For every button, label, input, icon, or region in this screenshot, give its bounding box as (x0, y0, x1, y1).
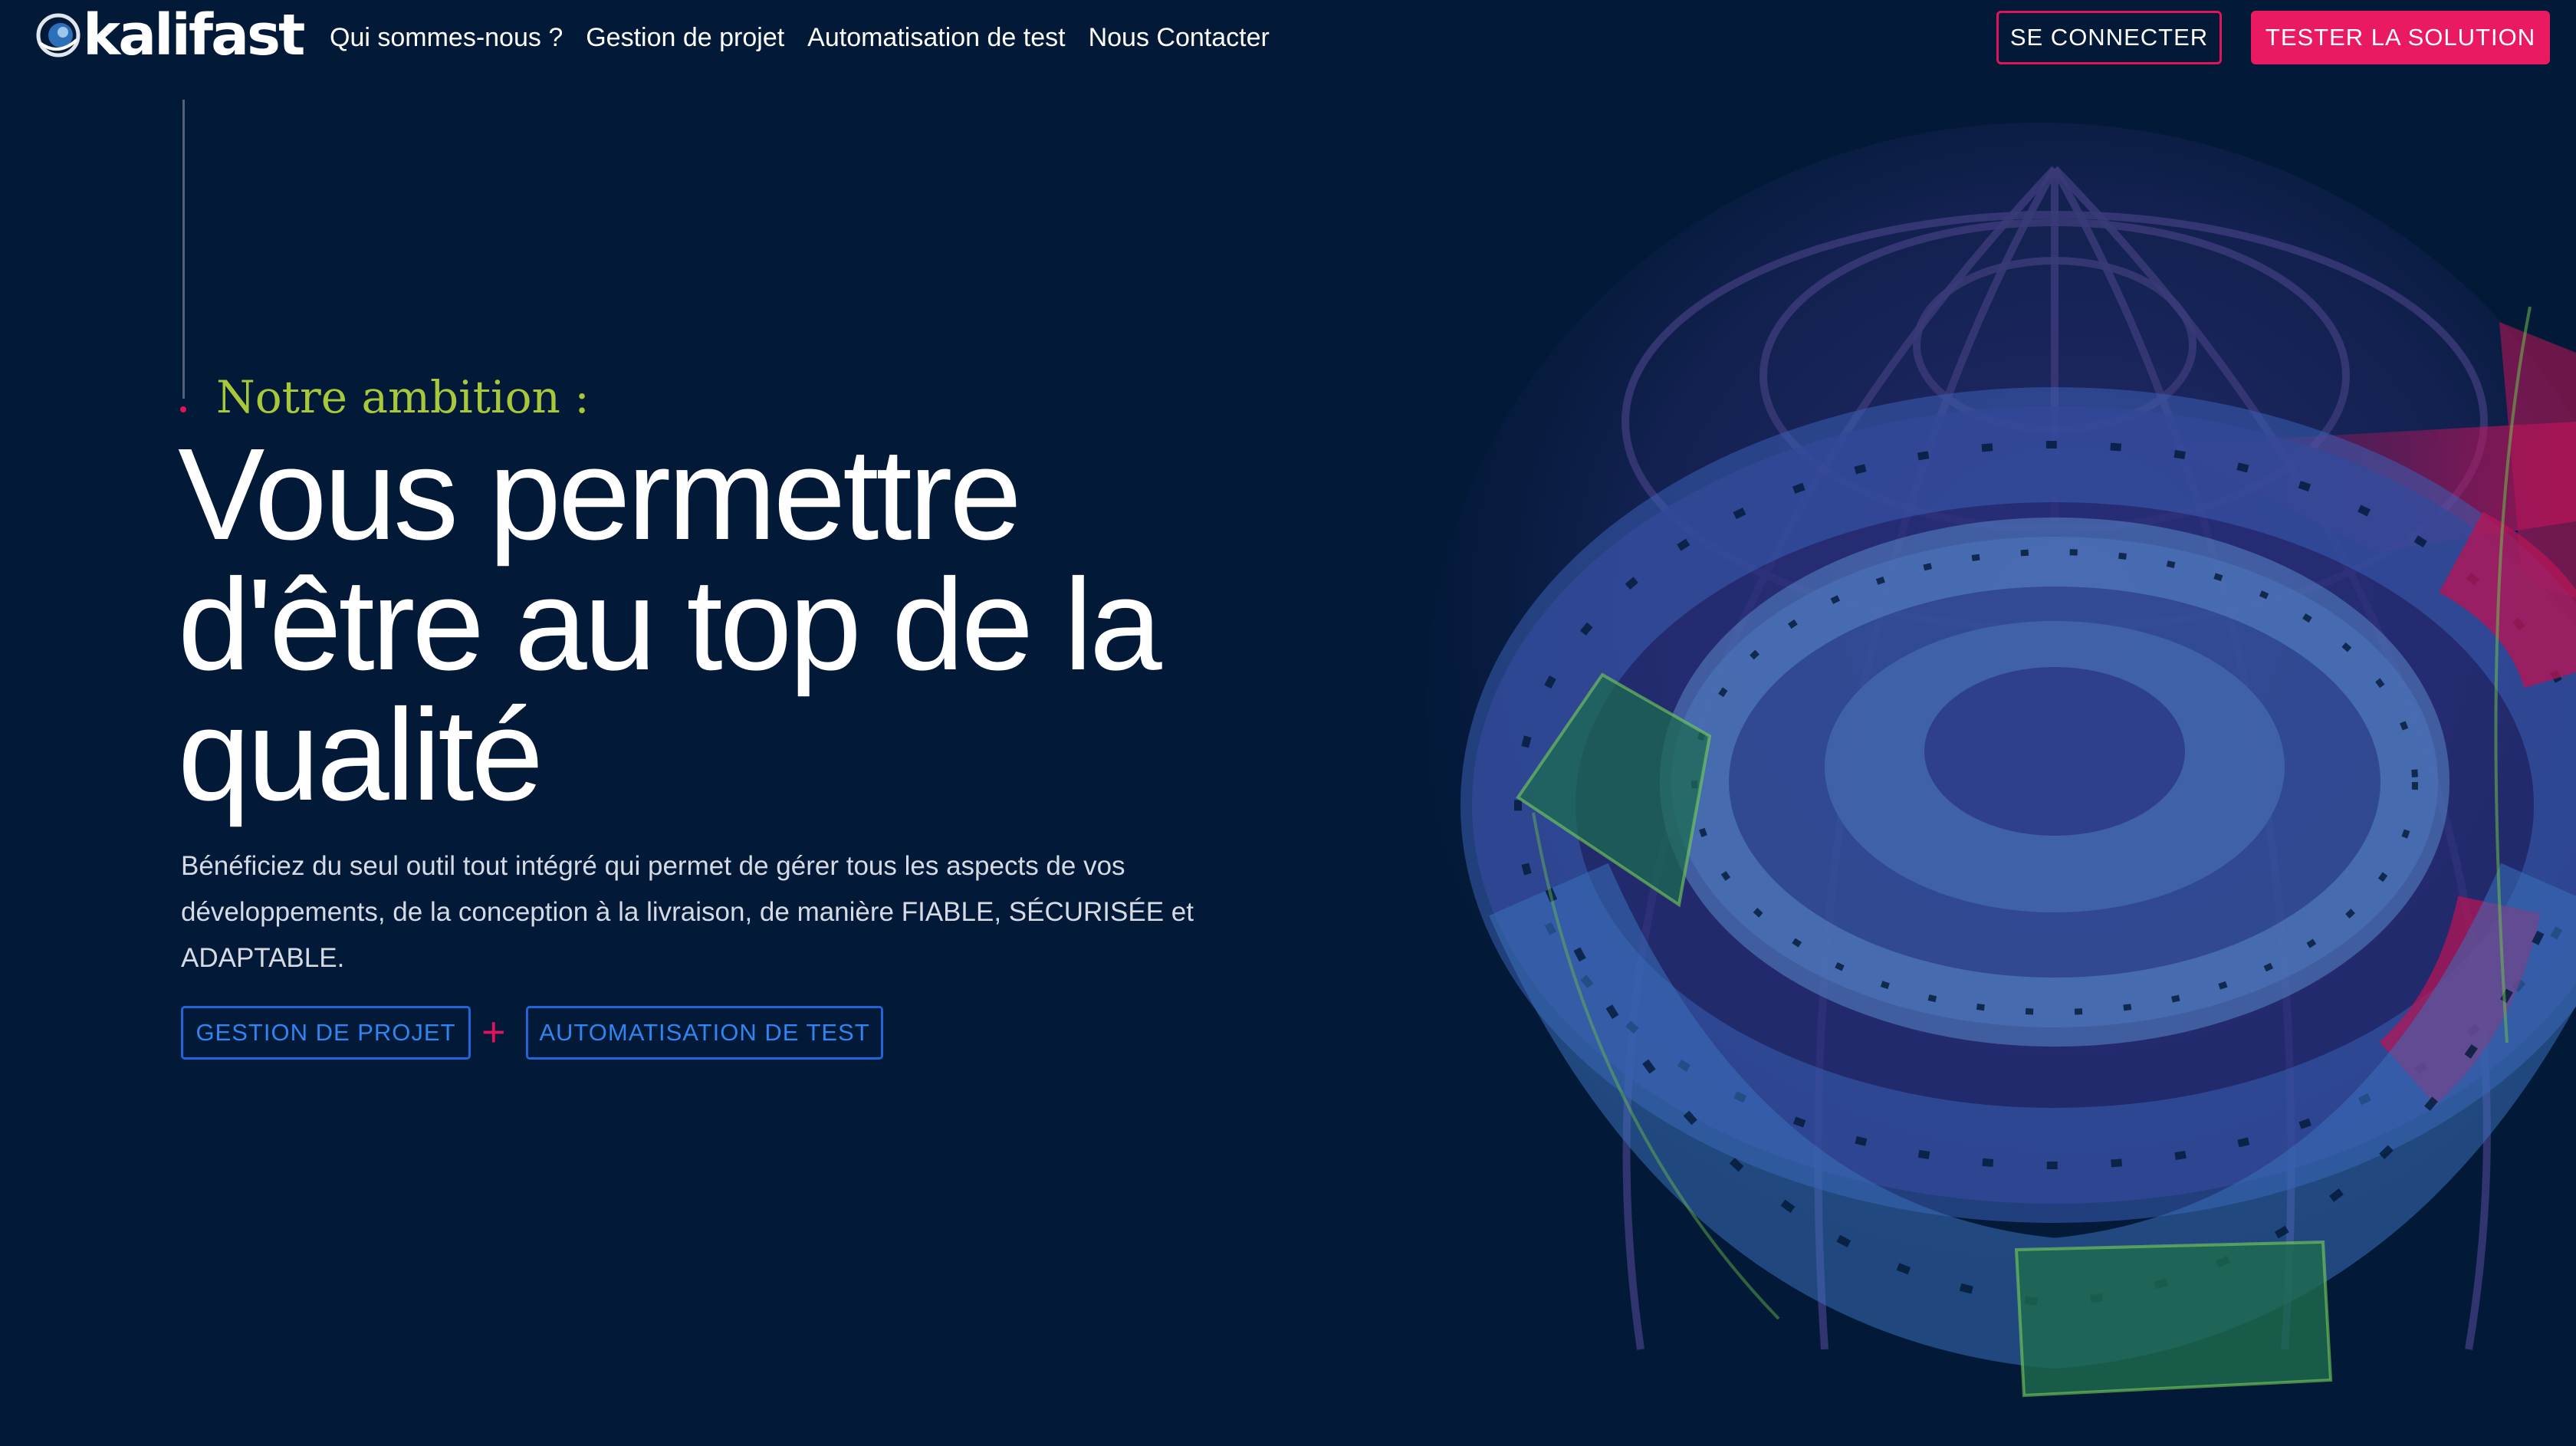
nav-link-qui-sommes-nous[interactable]: Qui sommes-nous ? (330, 20, 563, 55)
nav-link-nous-contacter[interactable]: Nous Contacter (1089, 20, 1270, 55)
headline-line-1: Vous permettre (178, 422, 1022, 567)
nav-link-gestion-de-projet[interactable]: Gestion de projet (586, 20, 784, 55)
plus-separator: + (481, 1009, 506, 1055)
decorative-vertical-line (182, 100, 185, 399)
login-button[interactable]: SE CONNECTER (1996, 11, 2222, 64)
hero-headline: Vous permettre d'être au top de la quali… (178, 429, 1328, 820)
project-management-button[interactable]: GESTION DE PROJET (181, 1006, 471, 1060)
test-automation-button[interactable]: AUTOMATISATION DE TEST (526, 1006, 883, 1060)
hero-description: Bénéficiez du seul outil tout intégré qu… (181, 851, 1194, 973)
logo-wordmark: kalifast (83, 2, 305, 68)
top-navigation-bar: kalifast Qui sommes-nous ? Gestion de pr… (0, 0, 2576, 77)
kalifast-logo[interactable]: kalifast (35, 2, 305, 68)
nav-link-automatisation-de-test[interactable]: Automatisation de test (807, 20, 1065, 55)
wireframe-globe-illustration (1426, 123, 2576, 1398)
decorative-dot (180, 406, 186, 412)
hero-kicker: Notre ambition : (216, 371, 590, 423)
try-solution-button[interactable]: TESTER LA SOLUTION (2251, 11, 2550, 64)
main-menu: Qui sommes-nous ? Gestion de projet Auto… (330, 20, 1270, 55)
headline-line-2: d'être au top de la (178, 552, 1162, 698)
headline-line-3: qualité (178, 682, 544, 828)
logo-globe-icon (36, 13, 80, 58)
